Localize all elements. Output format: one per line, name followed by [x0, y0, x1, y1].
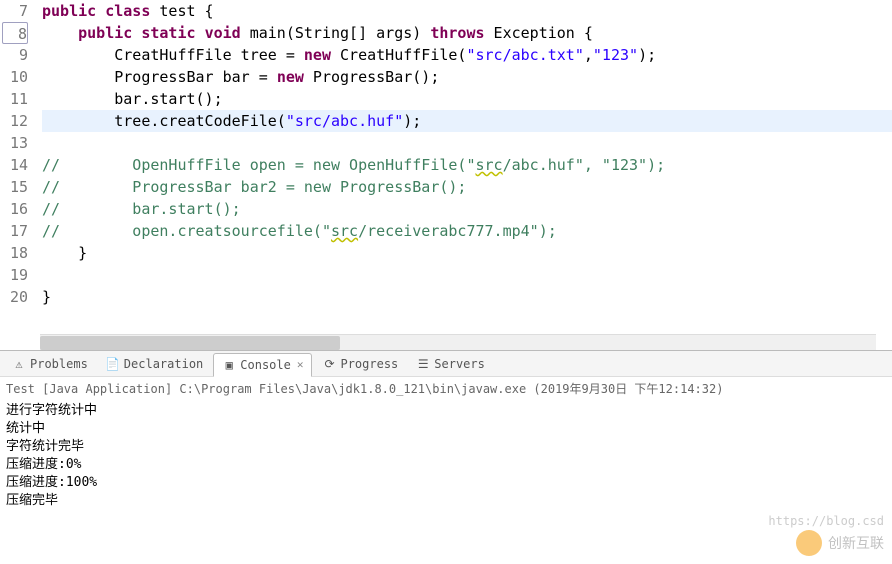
code-line[interactable]: }	[42, 242, 892, 264]
tab-label: Problems	[30, 357, 88, 371]
line-number: 13	[0, 132, 28, 154]
code-line[interactable]: public static void main(String[] args) t…	[42, 22, 892, 44]
line-number: 16	[0, 198, 28, 220]
tab-console[interactable]: ▣ Console ✕	[213, 353, 312, 377]
console-icon: ▣	[222, 358, 236, 372]
console-line: 压缩进度:0%	[6, 456, 886, 474]
code-line[interactable]: // bar.start();	[42, 198, 892, 220]
line-number: 15	[0, 176, 28, 198]
line-number: 9	[0, 44, 28, 66]
code-line[interactable]: ProgressBar bar = new ProgressBar();	[42, 66, 892, 88]
line-number-gutter: 7891011121314151617181920	[0, 0, 34, 308]
console-process-label: Test [Java Application] C:\Program Files…	[0, 377, 892, 400]
tab-label: Progress	[340, 357, 398, 371]
code-line[interactable]	[42, 264, 892, 286]
code-content[interactable]: public class test { public static void m…	[34, 0, 892, 308]
tab-declaration[interactable]: 📄 Declaration	[98, 352, 211, 376]
code-line[interactable]: bar.start();	[42, 88, 892, 110]
code-line[interactable]: public class test {	[42, 0, 892, 22]
servers-icon: ☰	[416, 357, 430, 371]
code-line[interactable]: // OpenHuffFile open = new OpenHuffFile(…	[42, 154, 892, 176]
close-icon[interactable]: ✕	[297, 358, 304, 371]
console-line: 压缩进度:100%	[6, 474, 886, 492]
code-line[interactable]: tree.creatCodeFile("src/abc.huf");	[42, 110, 892, 132]
line-number: 20	[0, 286, 28, 308]
horizontal-scrollbar[interactable]	[40, 334, 876, 350]
tab-label: Declaration	[124, 357, 203, 371]
tab-servers[interactable]: ☰ Servers	[408, 352, 493, 376]
watermark: 创新互联	[796, 530, 884, 556]
console-line: 压缩完毕	[6, 492, 886, 510]
problems-icon: ⚠	[12, 357, 26, 371]
panel-tabs: ⚠ Problems 📄 Declaration ▣ Console ✕ ⟳ Progress ☰…	[0, 351, 892, 377]
watermark-url: https://blog.csd	[768, 514, 884, 528]
watermark-logo-icon	[796, 530, 822, 556]
code-line[interactable]: CreatHuffFile tree = new CreatHuffFile("…	[42, 44, 892, 66]
line-number: 18	[0, 242, 28, 264]
line-number: 19	[0, 264, 28, 286]
tab-problems[interactable]: ⚠ Problems	[4, 352, 96, 376]
tab-label: Servers	[434, 357, 485, 371]
watermark-text: 创新互联	[828, 533, 884, 553]
console-line: 统计中	[6, 420, 886, 438]
code-line[interactable]	[42, 132, 892, 154]
scrollbar-thumb[interactable]	[40, 336, 340, 350]
bottom-panel: ⚠ Problems 📄 Declaration ▣ Console ✕ ⟳ Progress ☰…	[0, 350, 892, 512]
console-line: 字符统计完毕	[6, 438, 886, 456]
tab-progress[interactable]: ⟳ Progress	[314, 352, 406, 376]
code-line[interactable]: // ProgressBar bar2 = new ProgressBar();	[42, 176, 892, 198]
code-line[interactable]: // open.creatsourcefile("src/receiverabc…	[42, 220, 892, 242]
line-number: 10	[0, 66, 28, 88]
console-line: 进行字符统计中	[6, 402, 886, 420]
line-number: 11	[0, 88, 28, 110]
line-number: 7	[0, 0, 28, 22]
code-line[interactable]: }	[42, 286, 892, 308]
line-number: 17	[0, 220, 28, 242]
tab-label: Console	[240, 358, 291, 372]
line-number: 8	[2, 22, 28, 44]
code-editor[interactable]: 7891011121314151617181920 public class t…	[0, 0, 892, 350]
declaration-icon: 📄	[106, 357, 120, 371]
line-number: 12	[0, 110, 28, 132]
progress-icon: ⟳	[322, 357, 336, 371]
line-number: 14	[0, 154, 28, 176]
console-output[interactable]: 进行字符统计中统计中字符统计完毕压缩进度:0%压缩进度:100%压缩完毕	[0, 400, 892, 512]
